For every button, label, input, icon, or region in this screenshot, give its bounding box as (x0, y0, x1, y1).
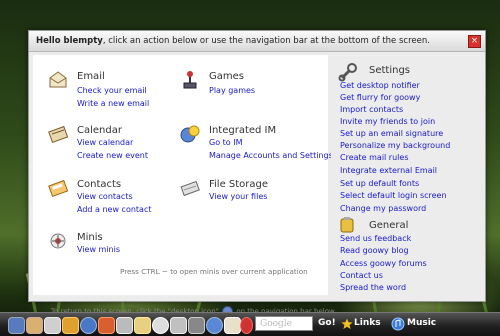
settings-link[interactable]: Change my password (340, 204, 426, 213)
settings-link[interactable]: Select default login screen (340, 191, 447, 200)
joystick-icon (183, 71, 197, 89)
view-files-link[interactable]: View your files (209, 192, 267, 201)
settings-link[interactable]: Set up an email signature (340, 129, 443, 138)
play-games-link[interactable]: Play games (209, 86, 255, 95)
view-calendar-link[interactable]: View calendar (77, 138, 133, 147)
storage-icon[interactable] (116, 317, 133, 334)
actions-pane: Email Check your email Write a new email… (33, 55, 335, 317)
go-button[interactable]: Go! (318, 318, 336, 328)
games-title: Games (209, 71, 244, 82)
close-button[interactable]: × (468, 35, 481, 48)
music-button[interactable]: Music (407, 318, 436, 328)
settings-link[interactable]: Get flurry for goowy (340, 93, 420, 102)
im-title: Integrated IM (209, 125, 277, 136)
im-icon (180, 125, 200, 143)
view-contacts-link[interactable]: View contacts (77, 192, 133, 201)
go-to-im-link[interactable]: Go to IM (209, 138, 242, 147)
calendar-icon (48, 125, 69, 144)
minis-title: Minis (77, 232, 103, 243)
settings-link[interactable]: Integrate external Email (340, 166, 437, 175)
storage-section: File Storage View your files (179, 177, 319, 217)
links-button[interactable]: Links (354, 318, 381, 328)
games-icon[interactable] (98, 317, 115, 334)
settings-link[interactable]: Personalize my background (340, 141, 450, 150)
email-section: Email Check your email Write a new email (47, 69, 187, 119)
contacts-section: Contacts View contacts Add a new contact (47, 177, 187, 227)
dialog-title: Hello blempty, click an action below or … (36, 36, 430, 46)
manage-accounts-link[interactable]: Manage Accounts and Settings (209, 151, 333, 160)
calendar-title: Calendar (77, 125, 122, 136)
photo-icon[interactable] (206, 317, 223, 334)
view-minis-link[interactable]: View minis (77, 245, 120, 254)
feeds-icon[interactable] (134, 317, 151, 334)
create-event-link[interactable]: Create new event (77, 151, 148, 160)
general-title: General (369, 220, 409, 231)
minis-hint: Press CTRL ~ to open minis over current … (120, 267, 308, 276)
storage-title: File Storage (209, 179, 269, 190)
bookmarks-icon[interactable] (170, 317, 187, 334)
wrench-icon (338, 63, 357, 82)
logout-icon[interactable] (240, 317, 253, 334)
mail-icon[interactable] (26, 317, 43, 334)
general-link[interactable]: Read goowy blog (340, 246, 409, 255)
settings-link[interactable]: Import contacts (340, 105, 403, 114)
contacts-title: Contacts (77, 179, 122, 190)
settings-link[interactable]: Get desktop notifier (340, 81, 420, 90)
storage-icon (180, 180, 200, 197)
greeting-text: , click an action below or use the navig… (102, 36, 430, 46)
settings-link[interactable]: Invite my friends to join (340, 117, 435, 126)
contacts-icon (48, 179, 69, 198)
write-email-link[interactable]: Write a new email (77, 99, 149, 108)
general-link[interactable]: Access goowy forums (340, 259, 427, 268)
calendar-section: Calendar View calendar Create new event (47, 123, 187, 173)
im-section: Integrated IM Go to IM Manage Accounts a… (179, 123, 333, 173)
desktop-icon[interactable] (8, 317, 25, 334)
settings-title: Settings (369, 65, 411, 76)
dialog-titlebar: Hello blempty, click an action below or … (29, 31, 485, 52)
contacts-icon[interactable] (62, 317, 79, 334)
search-input[interactable]: Google (255, 316, 313, 331)
general-link[interactable]: Send us feedback (340, 234, 411, 243)
help-icon[interactable] (224, 317, 241, 334)
minis-section: Minis View minis (47, 230, 327, 260)
settings-link[interactable]: Create mail rules (340, 153, 408, 162)
settings-link[interactable]: Set up default fonts (340, 179, 419, 188)
general-icon (340, 217, 354, 233)
im-icon[interactable] (80, 317, 97, 334)
check-email-link[interactable]: Check your email (77, 86, 147, 95)
minis-icon (50, 233, 66, 249)
general-link[interactable]: Contact us (340, 271, 383, 280)
add-contact-link[interactable]: Add a new contact (77, 205, 152, 214)
minis-icon[interactable] (152, 317, 169, 334)
star-icon (341, 318, 353, 329)
settings-icon[interactable] (188, 317, 205, 334)
greeting-username: Hello blempty (36, 36, 103, 46)
music-icon (391, 317, 405, 331)
email-title: Email (77, 71, 105, 82)
games-section: Games Play games (179, 69, 319, 109)
email-icon (49, 71, 67, 88)
general-link[interactable]: Spread the word (340, 283, 406, 292)
calendar-icon[interactable] (44, 317, 61, 334)
navigation-bar: Google Go! Links Music (0, 312, 500, 336)
